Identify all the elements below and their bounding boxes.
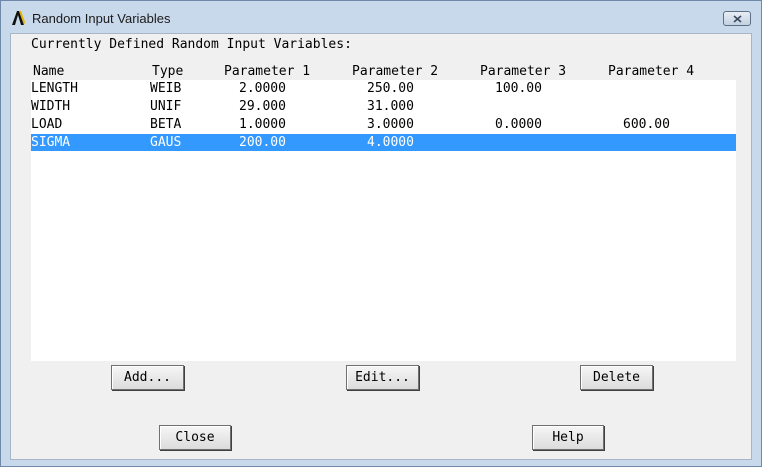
cell-parameter-1: 200.00 <box>239 135 286 150</box>
window-title: Random Input Variables <box>32 11 171 26</box>
cell-parameter-4: 600.00 <box>623 117 670 132</box>
ansys-logo-icon <box>10 10 26 26</box>
variables-list[interactable]: LENGTH WEIB 2.0000 250.00 100.00 WIDTH U… <box>31 80 736 361</box>
dialog-body: Currently Defined Random Input Variables… <box>10 33 752 460</box>
edit-button[interactable]: Edit... <box>346 365 419 390</box>
column-header-type: Type <box>152 64 184 79</box>
list-item-width[interactable]: WIDTH UNIF 29.000 31.000 <box>31 98 736 115</box>
column-header-parameter-1: Parameter 1 <box>224 64 311 79</box>
column-headers: Name Type Parameter 1 Parameter 2 Parame… <box>31 64 736 80</box>
close-button[interactable]: Close <box>159 425 231 450</box>
cell-parameter-1: 1.0000 <box>239 117 286 132</box>
cell-type: UNIF <box>150 99 182 114</box>
title-bar[interactable]: Random Input Variables <box>1 1 761 33</box>
close-icon <box>733 15 742 23</box>
cell-parameter-2: 31.000 <box>367 99 414 114</box>
delete-button[interactable]: Delete <box>580 365 653 390</box>
column-header-parameter-4: Parameter 4 <box>608 64 695 79</box>
list-item-load[interactable]: LOAD BETA 1.0000 3.0000 0.0000 600.00 <box>31 116 736 133</box>
cell-name: LENGTH <box>31 81 78 96</box>
dialog-window: Random Input Variables Currently Defined… <box>0 0 762 467</box>
cell-parameter-3: 100.00 <box>495 81 542 96</box>
cell-parameter-3: 0.0000 <box>495 117 542 132</box>
cell-parameter-2: 4.0000 <box>367 135 414 150</box>
column-header-name: Name <box>33 64 65 79</box>
cell-type: WEIB <box>150 81 182 96</box>
help-button[interactable]: Help <box>532 425 604 450</box>
cell-type: GAUS <box>150 135 182 150</box>
column-header-parameter-3: Parameter 3 <box>480 64 567 79</box>
list-item-length[interactable]: LENGTH WEIB 2.0000 250.00 100.00 <box>31 80 736 97</box>
add-button[interactable]: Add... <box>111 365 184 390</box>
window-close-button[interactable] <box>723 11 751 26</box>
cell-name: WIDTH <box>31 99 71 114</box>
cell-type: BETA <box>150 117 182 132</box>
cell-parameter-2: 3.0000 <box>367 117 414 132</box>
list-item-sigma-selected[interactable]: SIGMA GAUS 200.00 4.0000 <box>31 134 736 151</box>
column-header-parameter-2: Parameter 2 <box>352 64 439 79</box>
cell-name: SIGMA <box>31 135 71 150</box>
cell-parameter-2: 250.00 <box>367 81 414 96</box>
cell-parameter-1: 29.000 <box>239 99 286 114</box>
cell-parameter-1: 2.0000 <box>239 81 286 96</box>
cell-name: LOAD <box>31 117 63 132</box>
list-heading: Currently Defined Random Input Variables… <box>31 37 352 52</box>
